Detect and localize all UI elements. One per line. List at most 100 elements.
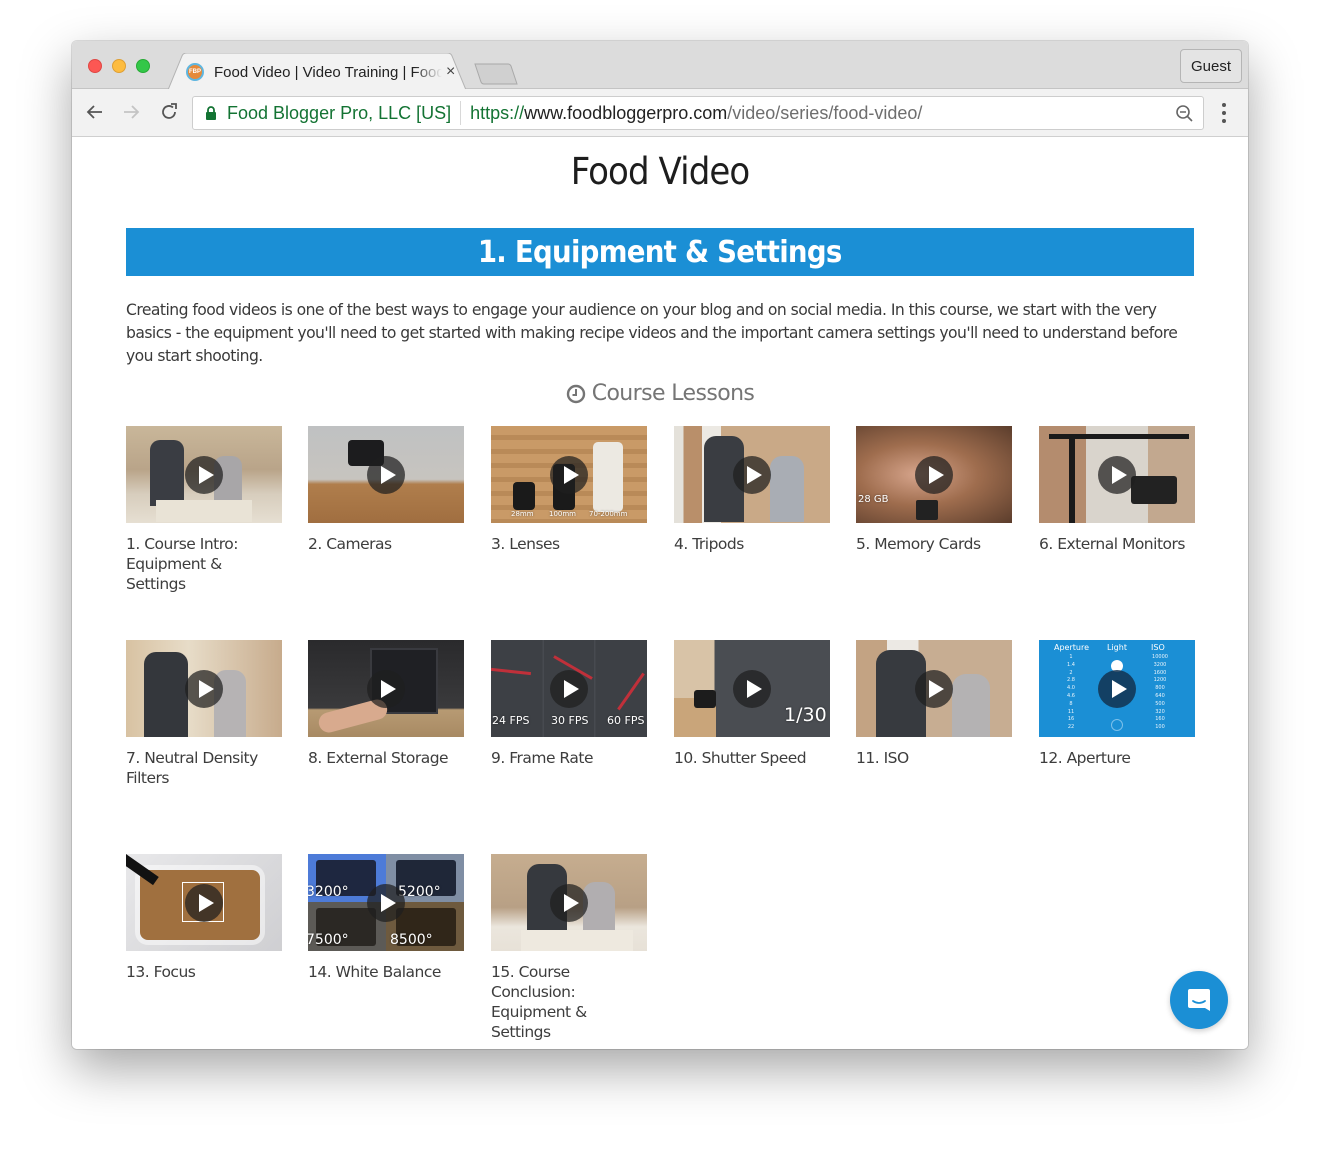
browser-menu-icon[interactable]	[1214, 101, 1234, 125]
minimize-window-button[interactable]	[112, 59, 126, 73]
lesson-thumbnail[interactable]: 28mm 100mm 70-200mm	[491, 426, 647, 523]
play-icon[interactable]	[185, 455, 223, 494]
url-text[interactable]: https://www.foodbloggerpro.com/video/ser…	[470, 103, 922, 124]
aperture-value: 4.6	[1067, 692, 1075, 699]
light-column-heading: Light	[1107, 643, 1127, 652]
lesson-card[interactable]: 2. Cameras	[308, 426, 464, 554]
lesson-thumbnail[interactable]: 24 FPS 30 FPS 60 FPS	[491, 640, 647, 737]
section-title: 1. Equipment & Settings	[478, 234, 842, 270]
new-tab-button[interactable]	[474, 63, 518, 85]
lesson-card[interactable]: 4. Tripods	[674, 426, 830, 554]
lesson-title[interactable]: 15. Course Conclusion: Equipment & Setti…	[491, 962, 647, 1042]
lesson-title[interactable]: 11. ISO	[856, 748, 1012, 768]
lesson-card[interactable]: 28 GB 5. Memory Cards	[856, 426, 1012, 554]
play-icon[interactable]	[367, 669, 405, 708]
play-icon[interactable]	[733, 669, 771, 708]
tab-active[interactable]: FBP Food Video | Video Training | Food B…	[184, 55, 464, 89]
lesson-card[interactable]: 11. ISO	[856, 640, 1012, 768]
lesson-title[interactable]: 10. Shutter Speed	[674, 748, 830, 768]
lesson-title[interactable]: 14. White Balance	[308, 962, 464, 982]
play-icon[interactable]	[915, 669, 953, 708]
lesson-card[interactable]: 1. Course Intro: Equipment & Settings	[126, 426, 282, 594]
forward-button[interactable]	[118, 99, 144, 125]
lesson-thumbnail[interactable]: Aperture Light ISO 1 1.4 2 2.8 4.0 4.6 8 11 16 22…	[1039, 640, 1195, 737]
clock-icon	[566, 384, 586, 404]
aperture-value: 22	[1067, 724, 1075, 731]
lesson-title[interactable]: 12. Aperture	[1039, 748, 1195, 768]
close-tab-icon[interactable]: ×	[446, 63, 455, 81]
aperture-column-heading: Aperture	[1054, 643, 1090, 652]
browser-toolbar: Food Blogger Pro, LLC [US] https://www.f…	[72, 89, 1248, 137]
lesson-card[interactable]: 13. Focus	[126, 854, 282, 982]
lesson-card[interactable]: 28mm 100mm 70-200mm 3. Lenses	[491, 426, 647, 554]
lesson-thumbnail[interactable]	[126, 426, 282, 523]
lesson-title[interactable]: 8. External Storage	[308, 748, 464, 768]
lesson-title[interactable]: 1. Course Intro: Equipment & Settings	[126, 534, 282, 594]
play-icon[interactable]	[1098, 455, 1136, 494]
lesson-title[interactable]: 9. Frame Rate	[491, 748, 647, 768]
close-window-button[interactable]	[88, 59, 102, 73]
lesson-thumbnail[interactable]: 28 GB	[856, 426, 1012, 523]
play-icon[interactable]	[550, 669, 588, 708]
lesson-card[interactable]: 3200° 5200° 7500° 8500° 14. White Balanc…	[308, 854, 464, 982]
lesson-card[interactable]: 24 FPS 30 FPS 60 FPS 9. Frame Rate	[491, 640, 647, 768]
lesson-card[interactable]: 7. Neutral Density Filters	[126, 640, 282, 788]
play-icon[interactable]	[367, 455, 405, 494]
play-icon[interactable]	[185, 883, 223, 922]
lesson-title[interactable]: 7. Neutral Density Filters	[126, 748, 282, 788]
lesson-title[interactable]: 2. Cameras	[308, 534, 464, 554]
thumbnail-caption: 3200°	[308, 884, 349, 900]
profile-guest-button[interactable]: Guest	[1180, 49, 1242, 83]
lesson-card[interactable]: 1/30 10. Shutter Speed	[674, 640, 830, 768]
lesson-thumbnail[interactable]	[308, 640, 464, 737]
lock-icon	[206, 106, 216, 120]
lesson-thumbnail[interactable]	[674, 426, 830, 523]
thumbnail-caption: 60 FPS	[607, 714, 645, 727]
play-icon[interactable]	[185, 669, 223, 708]
thumbnail-caption: 8500°	[390, 932, 433, 948]
play-icon[interactable]	[550, 455, 588, 494]
lesson-card[interactable]: Aperture Light ISO 1 1.4 2 2.8 4.0 4.6 8 11 16 22…	[1039, 640, 1195, 768]
aperture-value: 4.0	[1067, 685, 1075, 692]
play-icon[interactable]	[915, 455, 953, 494]
aperture-values-list: 1 1.4 2 2.8 4.0 4.6 8 11 16 22	[1061, 654, 1081, 732]
tab-bar: FBP Food Video | Video Training | Food B…	[72, 41, 1248, 90]
play-icon[interactable]	[1098, 669, 1136, 708]
play-icon[interactable]	[367, 883, 405, 922]
lesson-thumbnail[interactable]	[856, 640, 1012, 737]
reload-button[interactable]	[156, 99, 182, 125]
lesson-card[interactable]: 15. Course Conclusion: Equipment & Setti…	[491, 854, 647, 1042]
url-scheme: https://	[470, 102, 525, 123]
lesson-title[interactable]: 6. External Monitors	[1039, 534, 1195, 554]
lesson-thumbnail[interactable]	[491, 854, 647, 951]
course-description: Creating food videos is one of the best …	[126, 301, 1178, 365]
site-identity-label[interactable]: Food Blogger Pro, LLC [US]	[227, 103, 451, 124]
play-icon[interactable]	[550, 883, 588, 922]
lesson-title[interactable]: 3. Lenses	[491, 534, 647, 554]
arrow-right-icon	[124, 105, 140, 119]
lesson-title[interactable]: 13. Focus	[126, 962, 282, 982]
lesson-card[interactable]: 8. External Storage	[308, 640, 464, 768]
lesson-title[interactable]: 5. Memory Cards	[856, 534, 1012, 554]
lesson-thumbnail[interactable]: 3200° 5200° 7500° 8500°	[308, 854, 464, 951]
iso-values-list: 10000 3200 1600 1200 800 640 500 320 160 100	[1149, 654, 1171, 732]
iso-value: 3200	[1153, 661, 1167, 668]
lesson-card[interactable]: 6. External Monitors	[1039, 426, 1195, 554]
zoom-out-icon[interactable]	[1175, 104, 1195, 124]
zoom-window-button[interactable]	[136, 59, 150, 73]
play-icon[interactable]	[733, 455, 771, 494]
omnibox-divider	[460, 101, 462, 125]
iso-value: 160	[1155, 716, 1165, 723]
browser-window: FBP Food Video | Video Training | Food B…	[72, 41, 1248, 1049]
tab-title: Food Video | Video Training | Food Blogg…	[214, 63, 442, 81]
lesson-title[interactable]: 4. Tripods	[674, 534, 830, 554]
course-lessons-label: Course Lessons	[591, 381, 755, 406]
chat-widget-button[interactable]	[1170, 971, 1228, 1029]
address-bar[interactable]: Food Blogger Pro, LLC [US] https://www.f…	[192, 96, 1204, 130]
lesson-thumbnail[interactable]	[1039, 426, 1195, 523]
lesson-thumbnail[interactable]	[126, 640, 282, 737]
lesson-thumbnail[interactable]: 1/30	[674, 640, 830, 737]
lesson-thumbnail[interactable]	[308, 426, 464, 523]
back-button[interactable]	[82, 99, 108, 125]
lesson-thumbnail[interactable]	[126, 854, 282, 951]
